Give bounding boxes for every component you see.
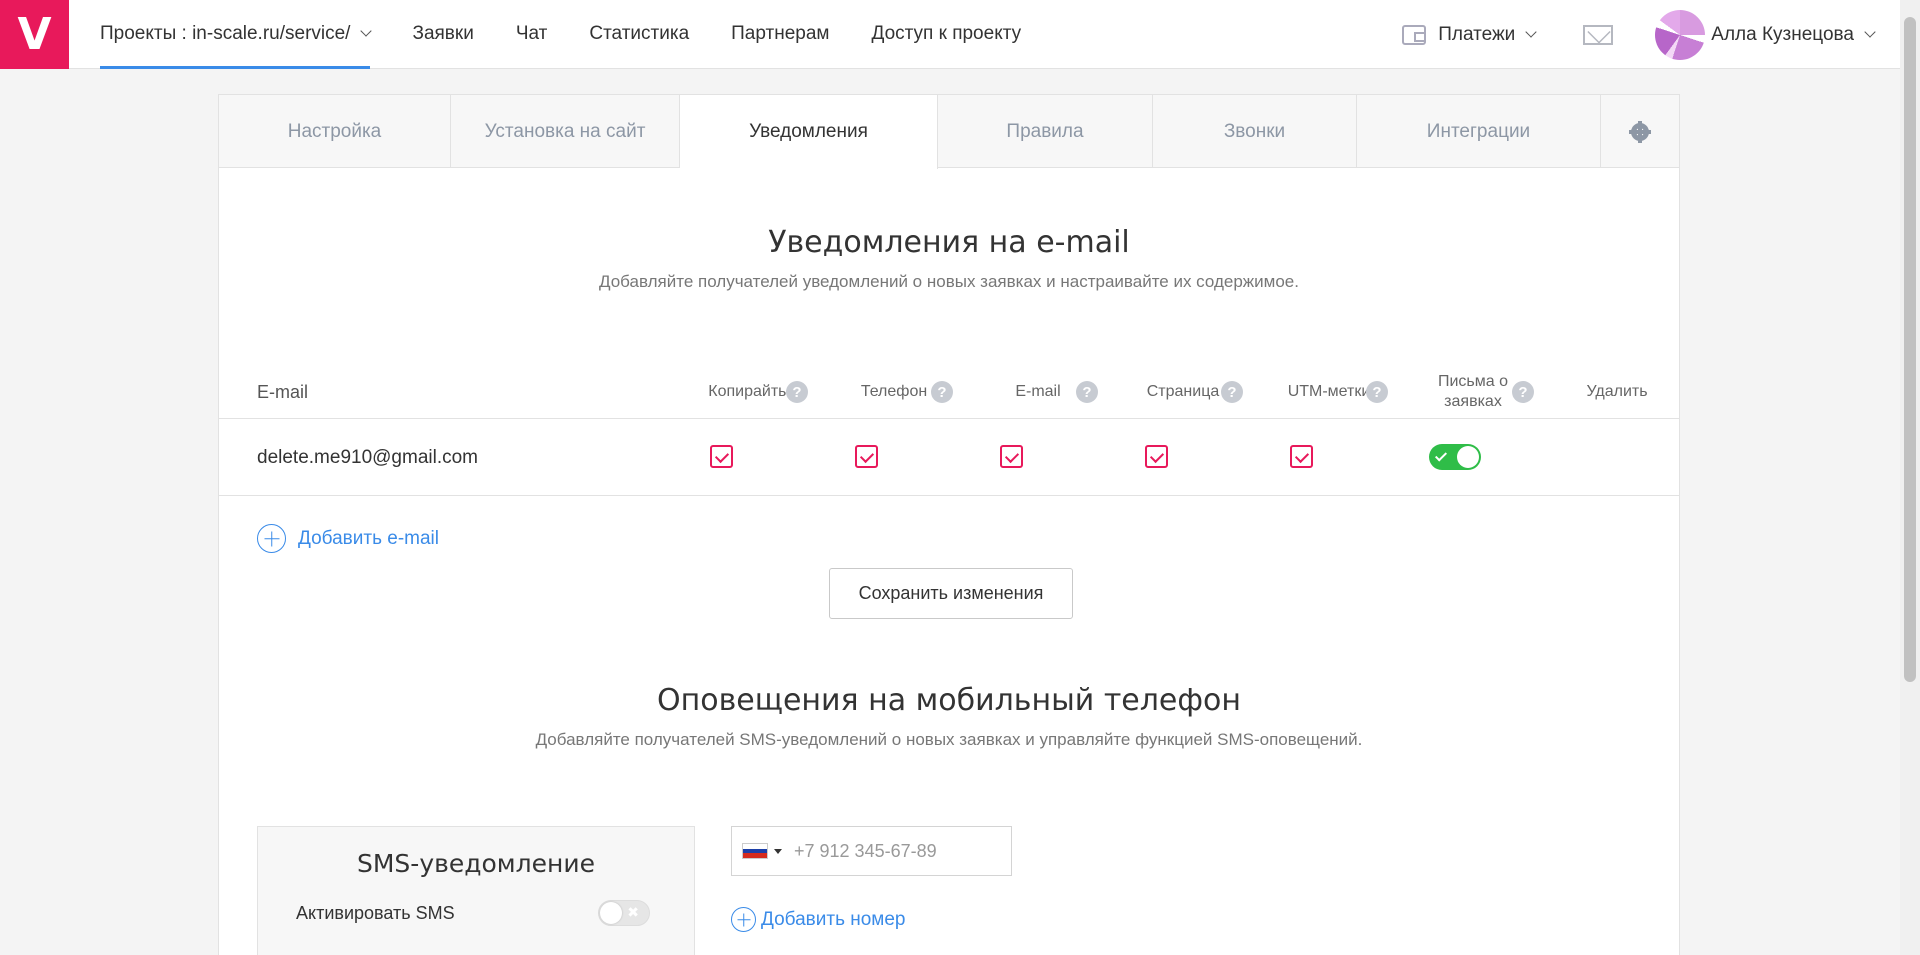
mobile-section-subtitle: Добавляйте получателей SMS-уведомлений о… <box>535 730 1363 749</box>
sms-toggle[interactable]: ✖ <box>598 900 650 926</box>
top-navigation-bar: V Проекты : in-scale.ru/service/ Заявки … <box>0 0 1900 69</box>
email-section-subtitle: Добавляйте получателей уведомлений о нов… <box>599 272 1299 291</box>
email-section-header: Уведомления на e-mail Добавляйте получат… <box>219 225 1679 292</box>
activate-sms-row: Активировать SMS ✖ <box>296 900 650 926</box>
user-menu[interactable]: Алла Кузнецова <box>1711 23 1876 46</box>
column-utm: UTM-метки <box>1287 383 1371 400</box>
gear-icon <box>1631 122 1649 141</box>
chevron-down-icon <box>360 25 373 37</box>
user-name: Алла Кузнецова <box>1711 23 1854 45</box>
add-number-label: Добавить номер <box>761 908 906 930</box>
scrollbar-thumb[interactable] <box>1904 17 1916 682</box>
mail-icon[interactable] <box>1583 24 1614 45</box>
mobile-section-title: Оповещения на мобильный телефон <box>656 683 1242 718</box>
toggle-knob <box>600 902 622 924</box>
phone-field[interactable] <box>731 826 1012 876</box>
mobile-section-header: Оповещения на мобильный телефон Добавляй… <box>219 683 1679 750</box>
sms-box-title: SMS-уведомление <box>356 849 595 878</box>
column-letters: Письма о заявках <box>1437 373 1508 410</box>
logo[interactable]: V <box>0 0 69 69</box>
add-number-button[interactable]: Добавить номер <box>731 907 906 932</box>
email-table-header: E-mail Копирайты ? Телефон ? E-mail ? Ст… <box>219 365 1679 419</box>
close-icon: ✖ <box>627 904 639 920</box>
column-delete: Удалить <box>1586 383 1648 400</box>
add-email-label: Добавить e-mail <box>298 527 439 549</box>
avatar[interactable] <box>1655 9 1706 60</box>
wallet-icon <box>1402 24 1427 45</box>
help-icon[interactable]: ? <box>1366 381 1388 403</box>
check-icon <box>1434 449 1448 462</box>
checkbox-page[interactable] <box>1145 445 1168 468</box>
help-icon[interactable]: ? <box>1076 381 1098 403</box>
help-icon[interactable]: ? <box>786 381 808 403</box>
chevron-down-icon <box>1525 25 1537 38</box>
page-scrollbar[interactable] <box>1900 0 1920 955</box>
payments-label: Платежи <box>1438 23 1516 45</box>
nav-requests[interactable]: Заявки <box>412 0 473 69</box>
letters-toggle[interactable] <box>1429 444 1481 470</box>
tab-settings[interactable] <box>1601 95 1679 168</box>
checkbox-email[interactable] <box>1000 445 1023 468</box>
tab-notifications[interactable]: Уведомления <box>680 95 938 169</box>
nav-chat[interactable]: Чат <box>516 0 548 69</box>
help-icon[interactable]: ? <box>931 381 953 403</box>
email-section-title: Уведомления на e-mail <box>768 225 1130 260</box>
tab-install[interactable]: Установка на сайт <box>451 95 680 168</box>
column-email-content: E-mail <box>1015 383 1061 400</box>
settings-panel: Настройка Установка на сайт Уведомления … <box>218 94 1680 955</box>
column-copywrites: Копирайты <box>708 383 790 400</box>
nav-statistics[interactable]: Статистика <box>589 0 689 69</box>
nav-projects[interactable]: Проекты : in-scale.ru/service/ <box>100 0 373 69</box>
payments-menu[interactable]: Платежи <box>1402 23 1537 46</box>
tab-setup[interactable]: Настройка <box>219 95 451 168</box>
nav-partners[interactable]: Партнерам <box>731 0 829 69</box>
save-button[interactable]: Сохранить изменения <box>829 568 1073 619</box>
checkbox-copywrites[interactable] <box>710 445 733 468</box>
plus-circle-icon <box>731 907 756 932</box>
help-icon[interactable]: ? <box>1512 381 1534 403</box>
checkbox-utm[interactable] <box>1290 445 1313 468</box>
activate-sms-label: Активировать SMS <box>296 902 455 923</box>
column-phone: Телефон <box>860 383 928 400</box>
table-row: delete.me910@gmail.com <box>219 420 1679 496</box>
add-email-button[interactable]: Добавить e-mail <box>257 524 439 553</box>
phone-input[interactable] <box>794 840 994 862</box>
toggle-knob <box>1457 446 1479 468</box>
plus-circle-icon <box>257 524 286 553</box>
settings-tabs: Настройка Установка на сайт Уведомления … <box>219 95 1679 169</box>
sms-notification-box: SMS-уведомление Активировать SMS ✖ <box>257 826 695 955</box>
tab-calls[interactable]: Звонки <box>1153 95 1357 168</box>
main-nav: Проекты : in-scale.ru/service/ Заявки Ча… <box>100 0 1063 69</box>
column-email: E-mail <box>257 381 309 402</box>
tab-rules[interactable]: Правила <box>938 95 1153 168</box>
nav-project-access[interactable]: Доступ к проекту <box>871 0 1021 69</box>
tab-integrations[interactable]: Интеграции <box>1357 95 1601 168</box>
chevron-down-icon <box>1864 25 1876 38</box>
help-icon[interactable]: ? <box>1221 381 1243 403</box>
caret-down-icon[interactable] <box>774 848 782 854</box>
russia-flag-icon[interactable] <box>742 843 768 859</box>
nav-projects-label: Проекты : in-scale.ru/service/ <box>100 23 351 44</box>
top-right-controls: Платежи Алла Кузнецова <box>1402 0 1900 69</box>
recipient-email: delete.me910@gmail.com <box>257 447 479 468</box>
column-page: Страница <box>1146 383 1220 400</box>
checkbox-phone[interactable] <box>855 445 878 468</box>
